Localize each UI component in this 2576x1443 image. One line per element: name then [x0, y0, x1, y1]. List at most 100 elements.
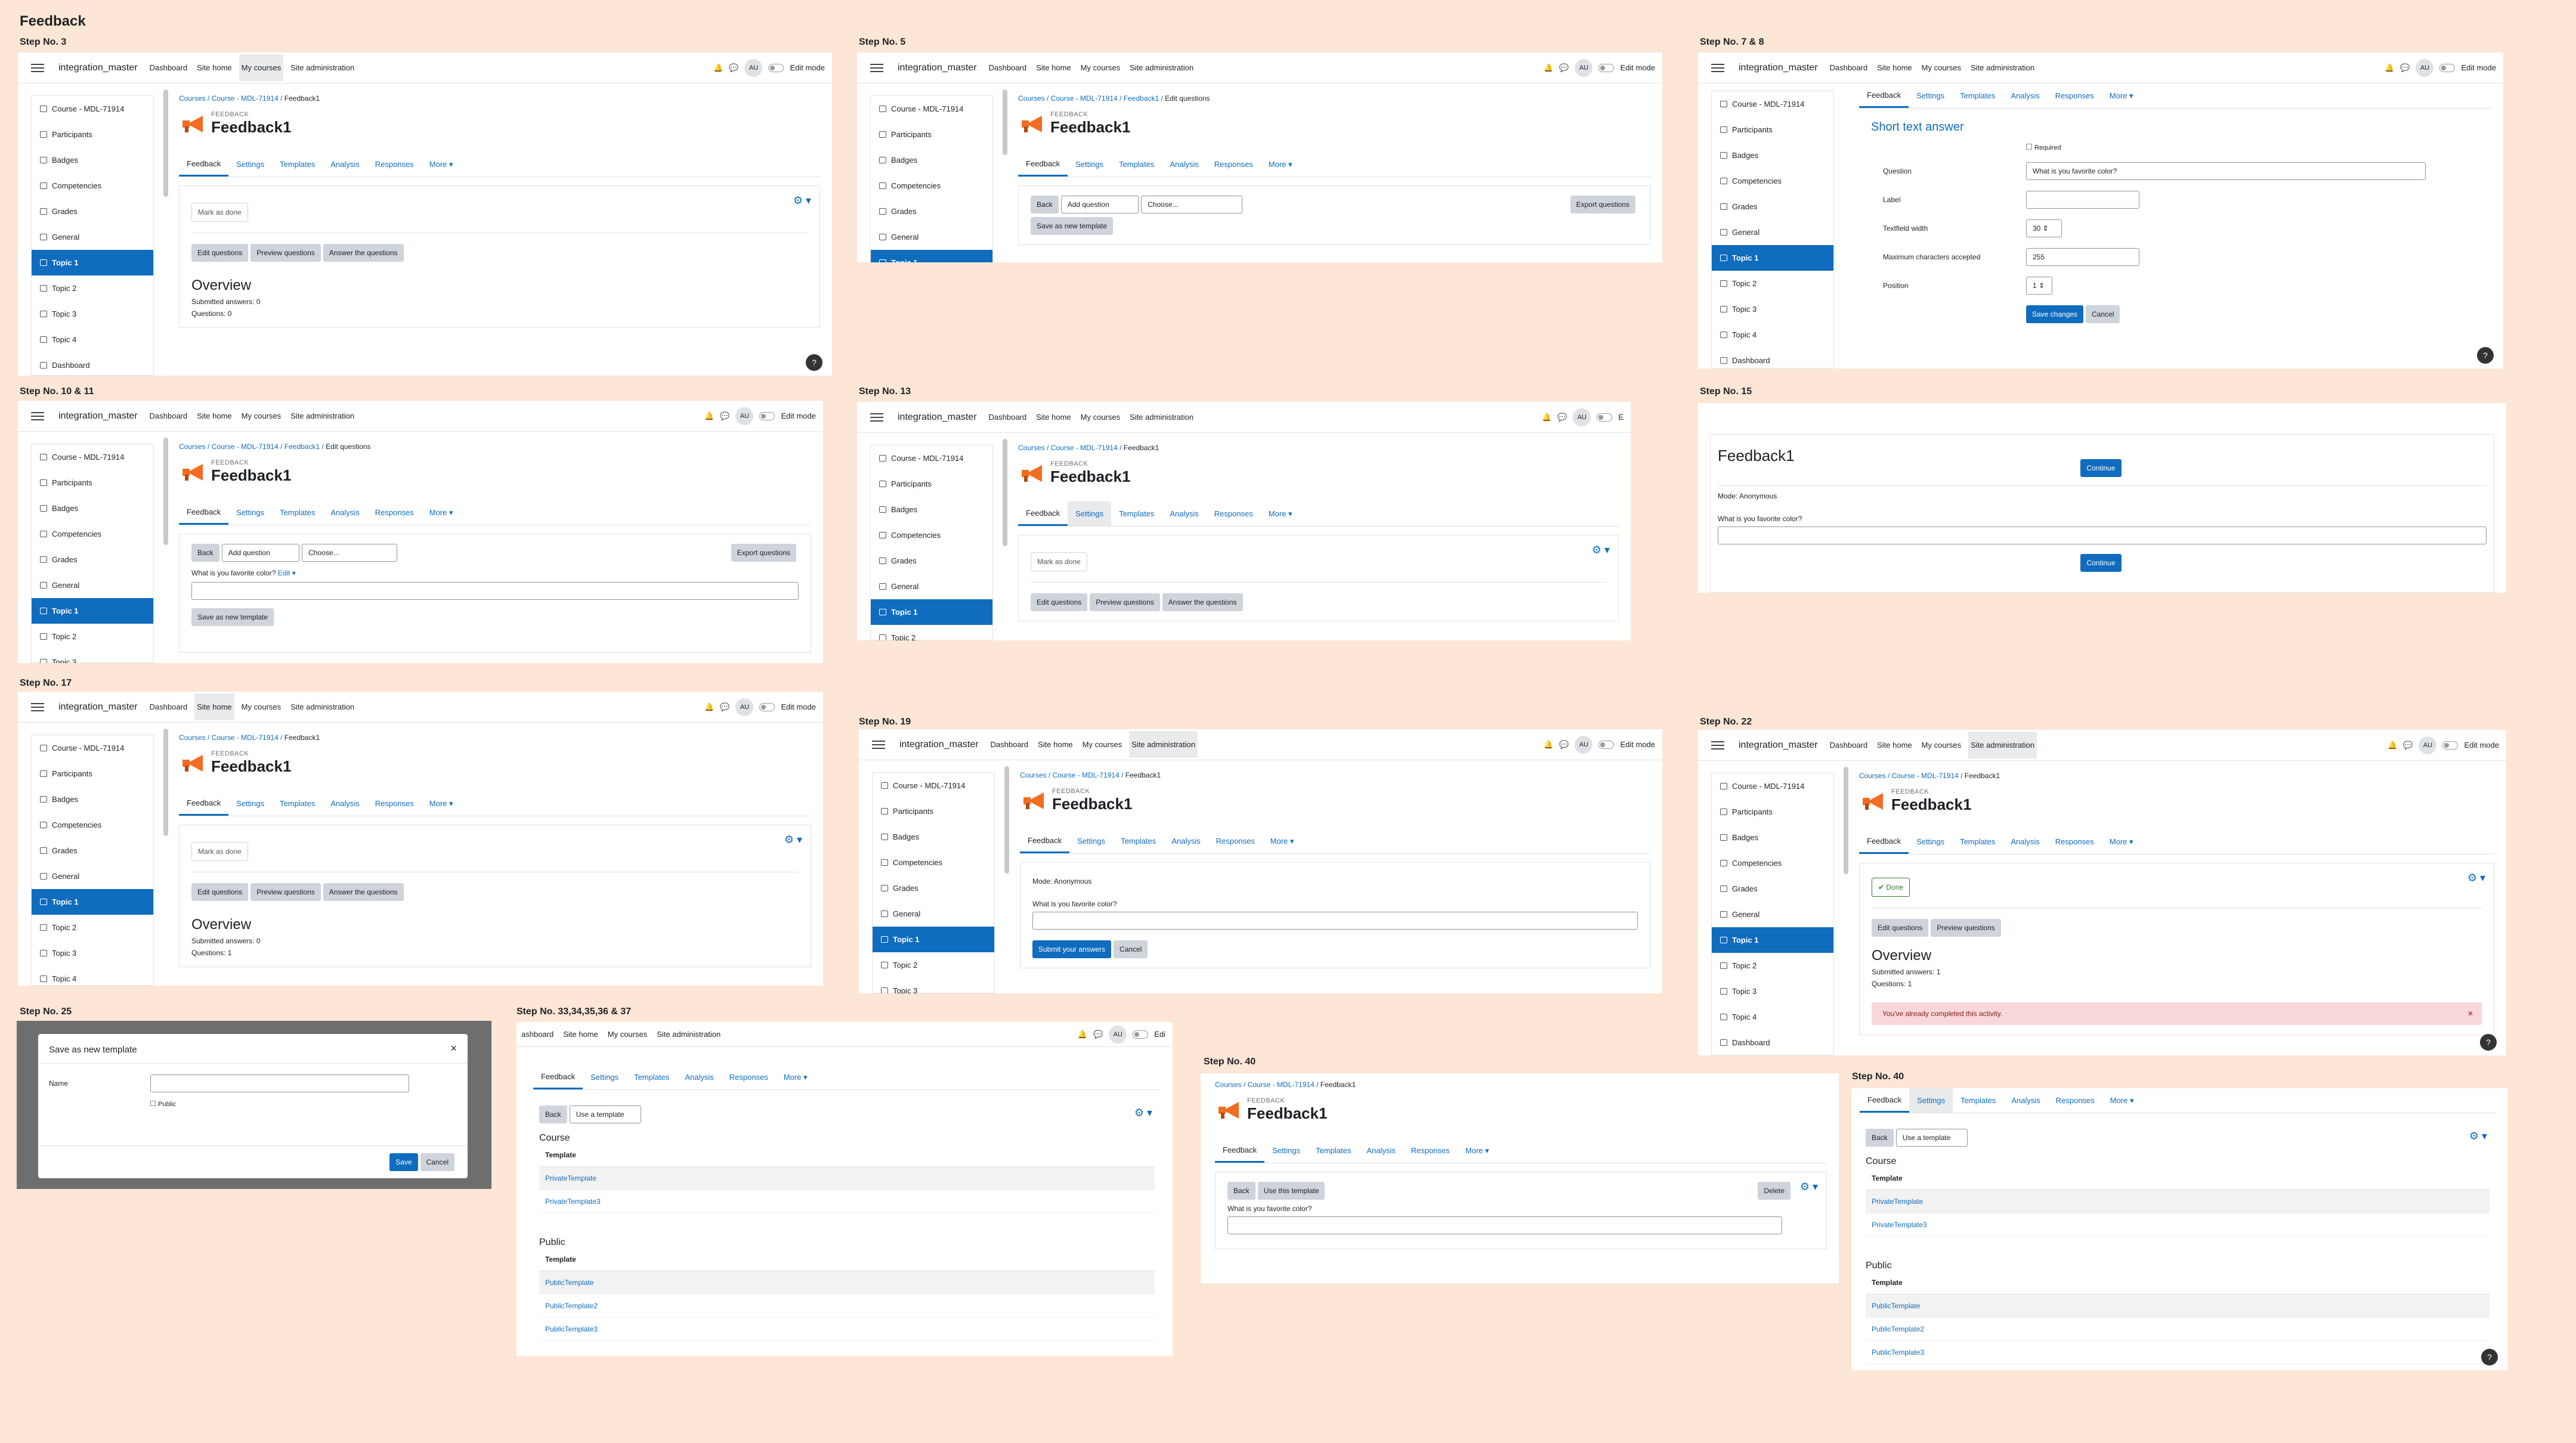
chat-icon[interactable]: 💬 — [2400, 63, 2410, 73]
table-row[interactable]: PrivateTemplate — [1866, 1190, 2490, 1213]
sidebar-item-competencies[interactable]: Competencies — [32, 521, 153, 547]
sidebar-item-badges[interactable]: Badges — [32, 786, 153, 812]
crumb-feedback[interactable]: Feedback1 — [284, 442, 320, 451]
crumb-courses[interactable]: Courses — [1018, 94, 1045, 103]
crumb-feedback[interactable]: Feedback1 — [1124, 94, 1159, 103]
nav-site-admin[interactable]: Site administration — [288, 402, 357, 429]
table-row[interactable]: PublicTemplate3 — [539, 1318, 1155, 1341]
sidebar-item-general[interactable]: General — [32, 863, 153, 889]
sidebar-item-grades[interactable]: Grades — [871, 199, 992, 224]
crumb-courses[interactable]: Courses — [1018, 444, 1045, 452]
avatar[interactable]: AU — [2416, 58, 2434, 77]
edit-mode-toggle[interactable] — [2439, 63, 2456, 72]
tab-settings[interactable]: Settings — [1909, 829, 1952, 854]
cancel-button[interactable]: Cancel — [420, 1153, 454, 1171]
site-brand[interactable]: integration_master — [58, 702, 138, 713]
bell-icon[interactable]: 🔔 — [704, 702, 714, 712]
chat-icon[interactable]: 💬 — [1557, 413, 1567, 422]
crumb-courses[interactable]: Courses — [1859, 772, 1886, 780]
nav-my-courses[interactable]: My courses — [1919, 54, 1963, 81]
avatar[interactable]: AU — [1573, 408, 1591, 426]
tab-analysis[interactable]: Analysis — [323, 500, 367, 525]
menu-icon[interactable] — [31, 702, 44, 711]
tab-feedback[interactable]: Feedback — [1859, 83, 1909, 108]
continue-button-bottom[interactable]: Continue — [2080, 554, 2122, 572]
preview-questions-button[interactable]: Preview questions — [251, 244, 321, 262]
nav-site-admin[interactable]: Site administration — [1968, 732, 2037, 758]
tab-settings[interactable]: Settings — [583, 1065, 626, 1089]
sidebar-item-general[interactable]: General — [871, 574, 992, 599]
tab-feedback[interactable]: Feedback — [1018, 501, 1068, 526]
tab-feedback[interactable]: Feedback — [1018, 152, 1068, 176]
sidebar-item-topic2[interactable]: Topic 2 — [32, 624, 153, 649]
tab-responses[interactable]: Responses — [367, 500, 422, 525]
sidebar-item-badges[interactable]: Badges — [871, 497, 992, 522]
tab-templates[interactable]: Templates — [1308, 1138, 1359, 1163]
sidebar-item-badges[interactable]: Badges — [32, 147, 153, 173]
scrollbar[interactable] — [1844, 767, 1848, 874]
export-questions-button[interactable]: Export questions — [1570, 196, 1635, 213]
answer-input[interactable] — [1227, 1216, 1782, 1234]
sidebar-item-topic1[interactable]: Topic 1 — [1712, 927, 1833, 953]
gear-icon[interactable]: ⚙ ▾ — [784, 834, 802, 846]
tab-feedback[interactable]: Feedback — [1860, 1088, 1910, 1113]
save-changes-button[interactable]: Save changes — [2026, 305, 2084, 323]
tab-settings[interactable]: Settings — [228, 791, 272, 816]
sidebar-item-topic2[interactable]: Topic 2 — [871, 625, 992, 640]
use-this-template-button[interactable]: Use this template — [1257, 1182, 1325, 1200]
nav-site-home[interactable]: Site home — [1035, 731, 1075, 758]
table-row[interactable]: PrivateTemplate — [539, 1167, 1155, 1190]
nav-site-home[interactable]: Site home — [1875, 732, 1915, 758]
sidebar-item-general[interactable]: General — [1712, 219, 1833, 245]
tab-more[interactable]: More ▾ — [776, 1065, 815, 1089]
tab-analysis[interactable]: Analysis — [2003, 829, 2047, 854]
sidebar-item-badges[interactable]: Badges — [1712, 825, 1833, 850]
sidebar-item-dashboard[interactable]: Dashboard — [1712, 1030, 1833, 1055]
edit-mode-toggle[interactable] — [759, 411, 775, 420]
scrollbar[interactable] — [163, 89, 168, 197]
back-button[interactable]: Back — [191, 544, 219, 562]
tab-responses[interactable]: Responses — [722, 1065, 776, 1089]
sidebar-item-competencies[interactable]: Competencies — [871, 522, 992, 548]
preview-questions-button[interactable]: Preview questions — [251, 883, 321, 901]
nav-site-home[interactable]: Site home — [1034, 54, 1074, 81]
tab-analysis[interactable]: Analysis — [677, 1065, 721, 1089]
gear-icon[interactable]: ⚙ ▾ — [793, 194, 811, 207]
sidebar-item-topic1[interactable]: Topic 1 — [32, 250, 153, 275]
use-template-select[interactable]: Use a template — [569, 1106, 641, 1123]
label-input[interactable] — [2026, 191, 2139, 209]
tab-settings[interactable]: Settings — [228, 500, 272, 525]
scrollbar[interactable] — [1003, 439, 1007, 546]
tab-settings[interactable]: Settings — [1068, 501, 1112, 526]
chat-icon[interactable]: 💬 — [1093, 1030, 1103, 1039]
menu-icon[interactable] — [872, 740, 885, 749]
sidebar-item-topic3[interactable]: Topic 3 — [1712, 296, 1833, 322]
answer-questions-button[interactable]: Answer the questions — [1162, 593, 1243, 611]
cancel-button[interactable]: Cancel — [2086, 305, 2120, 323]
answer-questions-button[interactable]: Answer the questions — [323, 244, 404, 262]
tab-analysis[interactable]: Analysis — [1164, 829, 1208, 853]
sidebar-item-grades[interactable]: Grades — [871, 548, 992, 574]
sidebar-item-competencies[interactable]: Competencies — [32, 173, 153, 199]
back-button[interactable]: Back — [1227, 1182, 1255, 1200]
position-select[interactable]: 1 ⇕ — [2026, 277, 2052, 295]
tab-templates[interactable]: Templates — [272, 791, 323, 816]
nav-dashboard[interactable]: Dashboard — [1827, 54, 1870, 81]
edit-questions-button[interactable]: Edit questions — [1872, 919, 1929, 937]
scrollbar[interactable] — [163, 438, 168, 545]
tab-more[interactable]: More ▾ — [2102, 1088, 2142, 1113]
add-question-select[interactable]: Add question — [221, 544, 299, 562]
scrollbar[interactable] — [1004, 766, 1009, 874]
close-icon[interactable]: × — [450, 1042, 457, 1055]
back-button[interactable]: Back — [1031, 196, 1059, 213]
sidebar-item-course[interactable]: Course - MDL-71914 — [32, 735, 153, 761]
tab-more[interactable]: More ▾ — [1261, 152, 1300, 176]
sidebar-item-topic2[interactable]: Topic 2 — [32, 915, 153, 940]
help-icon[interactable]: ? — [2477, 347, 2494, 364]
tab-more[interactable]: More ▾ — [422, 500, 461, 525]
sidebar-item-badges[interactable]: Badges — [871, 147, 992, 173]
menu-icon[interactable] — [870, 413, 883, 422]
table-row[interactable]: PublicTemplate3 — [1866, 1341, 2490, 1364]
template-name-input[interactable] — [150, 1074, 409, 1092]
sidebar-item-grades[interactable]: Grades — [32, 199, 153, 224]
